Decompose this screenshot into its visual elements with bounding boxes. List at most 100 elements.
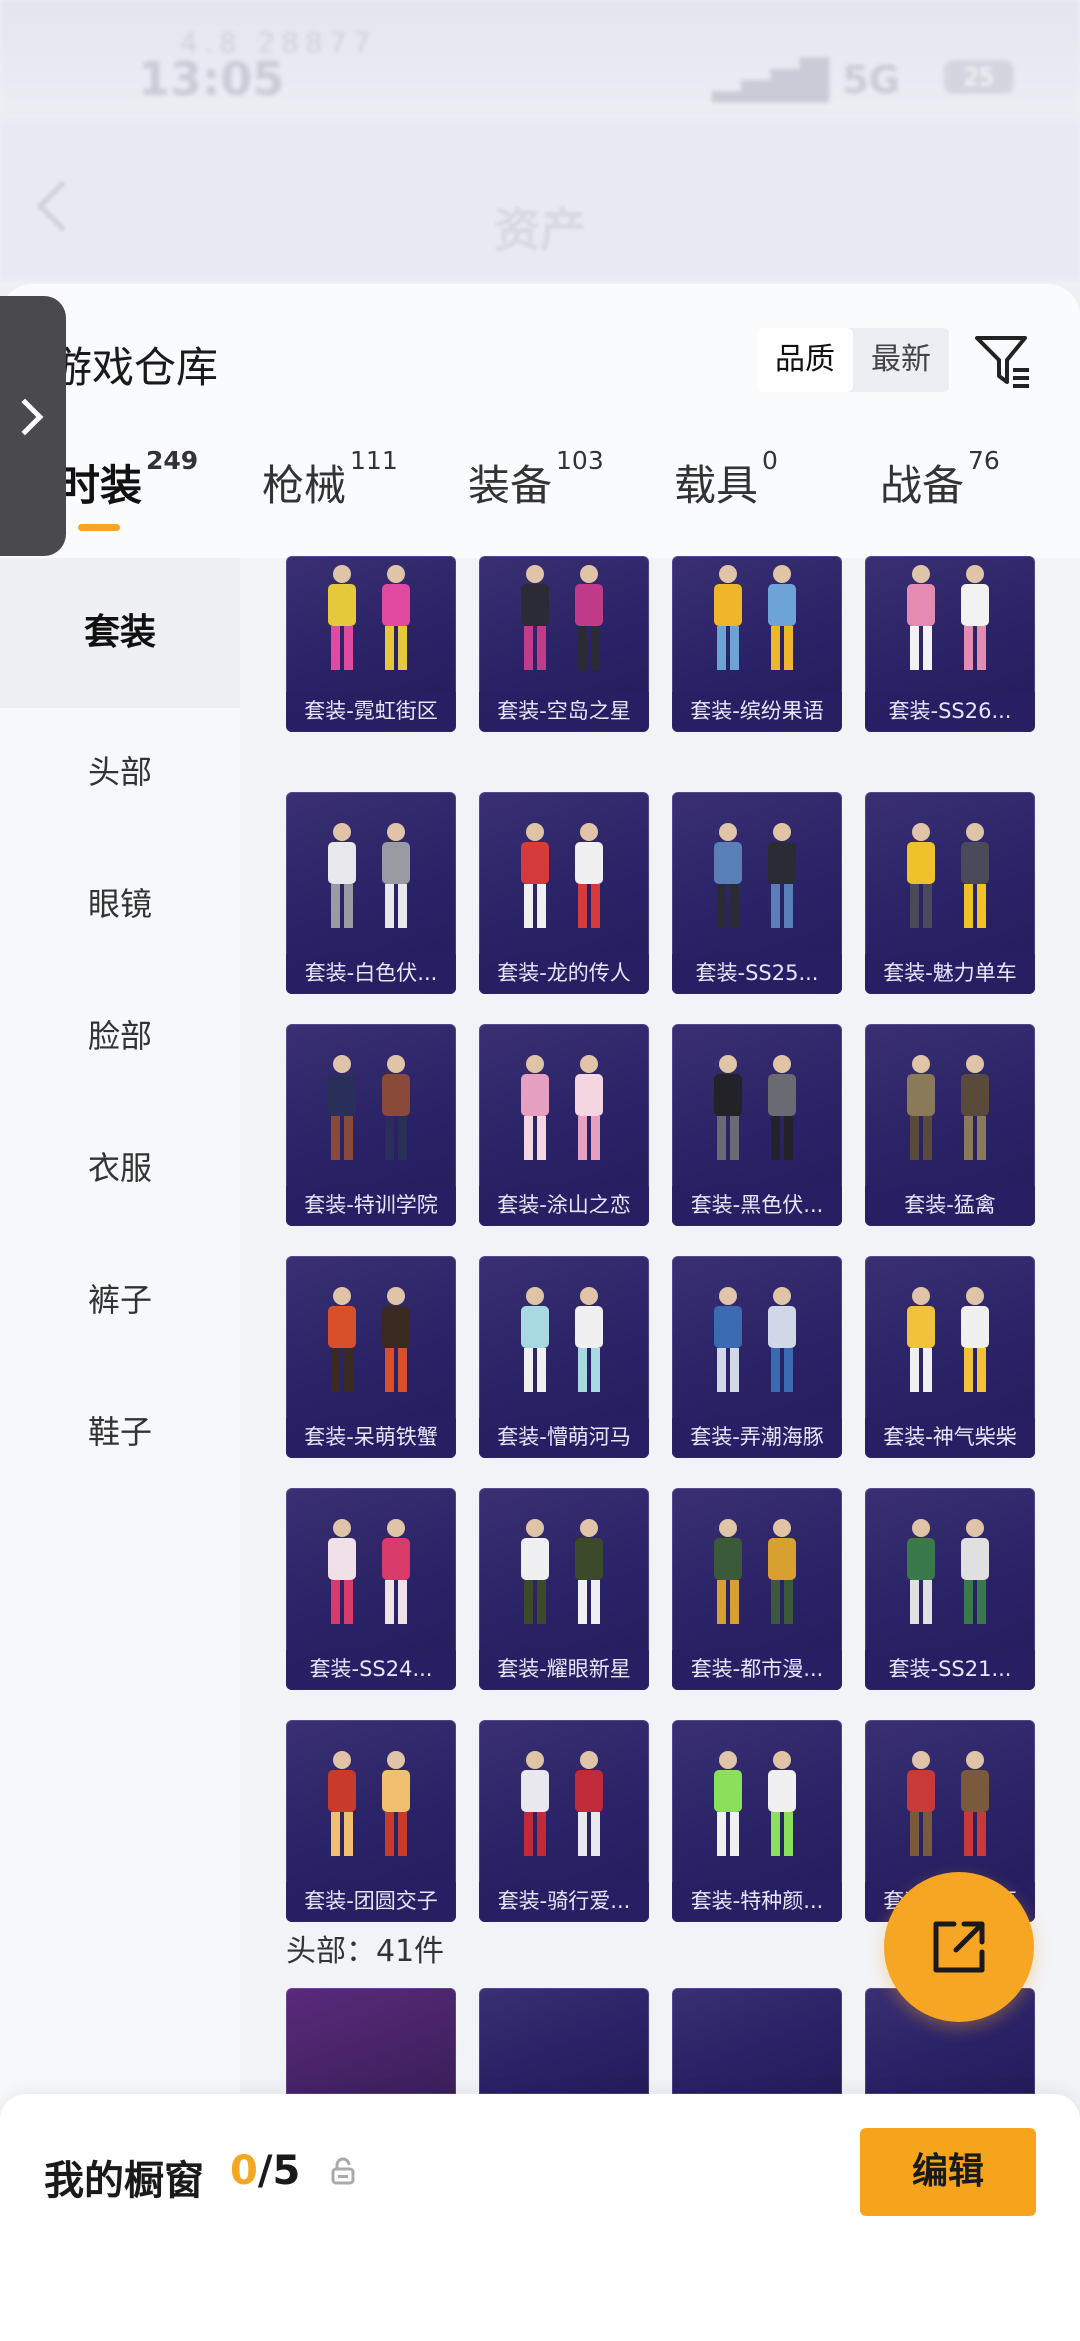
- tab-count: 249: [146, 446, 199, 475]
- outfit-thumbnail: [714, 565, 796, 670]
- outfit-thumbnail: [907, 1287, 989, 1392]
- tab-count: 76: [968, 446, 1000, 475]
- outfit-thumbnail: [521, 1287, 603, 1392]
- sort-quality-button[interactable]: 品质: [757, 328, 853, 392]
- tab-supplies[interactable]: 战备76: [880, 446, 1000, 513]
- item-card[interactable]: 套装-骑行爱...: [479, 1720, 649, 1922]
- sidebar-item-suit[interactable]: 套装: [0, 558, 240, 708]
- item-label: 套装-魅力单车: [865, 954, 1035, 994]
- outfit-thumbnail: [328, 565, 410, 670]
- item-label: 套装-缤纷果语: [672, 692, 842, 732]
- item-label: 套装-神气柴柴: [865, 1418, 1035, 1458]
- item-card[interactable]: [479, 1988, 649, 2094]
- filter-icon[interactable]: [973, 332, 1033, 392]
- sidebar-item-face[interactable]: 脸部: [0, 996, 240, 1076]
- item-card[interactable]: 套装-神气柴柴: [865, 1256, 1035, 1458]
- item-label: 套装-特种颜...: [672, 1882, 842, 1922]
- item-card[interactable]: 套装-空岛之星: [479, 556, 649, 732]
- outfit-thumbnail: [328, 1055, 410, 1160]
- category-tabs: 时装249 枪械111 装备103 载具0 战备76: [0, 434, 1080, 544]
- item-card[interactable]: 套装-龙的传人: [479, 792, 649, 994]
- edit-button[interactable]: 编辑: [860, 2128, 1036, 2216]
- tab-fashion[interactable]: 时装249: [58, 446, 198, 513]
- item-label: 套装-团圆交子: [286, 1882, 456, 1922]
- lock-icon: [331, 2157, 355, 2185]
- outfit-thumbnail: [907, 1751, 989, 1856]
- tab-vehicles[interactable]: 载具0: [674, 446, 778, 513]
- sort-newest-button[interactable]: 最新: [853, 328, 949, 392]
- tab-count: 0: [762, 446, 778, 475]
- tab-indicator: [78, 524, 120, 531]
- page-header: 资产: [0, 120, 1080, 280]
- sidebar-item-shoes[interactable]: 鞋子: [0, 1392, 240, 1472]
- tab-label: 战备: [880, 461, 965, 510]
- item-card[interactable]: 套装-呆萌铁蟹: [286, 1256, 456, 1458]
- outfit-thumbnail: [714, 1519, 796, 1624]
- item-label: 套装-骑行爱...: [479, 1882, 649, 1922]
- item-card[interactable]: 套装-特种颜...: [672, 1720, 842, 1922]
- outfit-thumbnail: [714, 823, 796, 928]
- sidebar-item-head[interactable]: 头部: [0, 732, 240, 812]
- item-card[interactable]: 套装-缤纷果语: [672, 556, 842, 732]
- showcase-count-total: /5: [257, 2148, 301, 2194]
- item-card[interactable]: 套装-都市漫...: [672, 1488, 842, 1690]
- item-label: 套装-霓虹街区: [286, 692, 456, 732]
- item-card[interactable]: 套装-弄潮海豚: [672, 1256, 842, 1458]
- outfit-thumbnail: [328, 1519, 410, 1624]
- item-label: 套装-都市漫...: [672, 1650, 842, 1690]
- item-card[interactable]: 套装-SS25...: [672, 792, 842, 994]
- sidebar-item-clothes[interactable]: 衣服: [0, 1128, 240, 1208]
- item-label: 套装-懵萌河马: [479, 1418, 649, 1458]
- sidebar-toggle[interactable]: [0, 296, 66, 556]
- sidebar-item-pants[interactable]: 裤子: [0, 1260, 240, 1340]
- outfit-thumbnail: [907, 1055, 989, 1160]
- share-button[interactable]: [884, 1872, 1034, 2022]
- sidebar-item-glasses[interactable]: 眼镜: [0, 864, 240, 944]
- item-card[interactable]: 套装-霓虹街区: [286, 556, 456, 732]
- item-label: 套装-SS25...: [672, 954, 842, 994]
- status-time: 13:05: [138, 52, 285, 106]
- item-label: 套装-SS24...: [286, 1650, 456, 1690]
- section-header-head: 头部：41件: [286, 1934, 445, 1969]
- tab-label: 时装: [58, 461, 143, 510]
- item-card[interactable]: 套装-SS21...: [865, 1488, 1035, 1690]
- tab-label: 装备: [468, 461, 553, 510]
- item-label: 套装-SS26...: [865, 692, 1035, 732]
- item-card[interactable]: 套装-耀眼新星: [479, 1488, 649, 1690]
- outfit-thumbnail: [907, 565, 989, 670]
- tab-count: 103: [556, 446, 604, 475]
- item-label: 套装-涂山之恋: [479, 1186, 649, 1226]
- tab-label: 载具: [674, 461, 759, 510]
- outfit-thumbnail: [521, 823, 603, 928]
- tab-equipment[interactable]: 装备103: [468, 446, 604, 513]
- outfit-thumbnail: [714, 1287, 796, 1392]
- chevron-right-icon: [6, 398, 44, 436]
- item-card[interactable]: 套装-魅力单车: [865, 792, 1035, 994]
- item-card[interactable]: 套装-猛禽: [865, 1024, 1035, 1226]
- outfit-thumbnail: [521, 565, 603, 670]
- outfit-thumbnail: [521, 1519, 603, 1624]
- item-label: 套装-特训学院: [286, 1186, 456, 1226]
- sheet-header: 游戏仓库 品质 最新 时装249 枪械111 装备103 载具0 战备76: [0, 284, 1080, 558]
- back-arrow-icon[interactable]: [36, 180, 88, 232]
- item-card[interactable]: 套装-团圆交子: [286, 1720, 456, 1922]
- item-label: 套装-SS21...: [865, 1650, 1035, 1690]
- item-card[interactable]: 套装-涂山之恋: [479, 1024, 649, 1226]
- item-card[interactable]: [286, 1988, 456, 2094]
- outfit-thumbnail: [907, 823, 989, 928]
- item-card[interactable]: [672, 1988, 842, 2094]
- item-card[interactable]: 套装-SS24...: [286, 1488, 456, 1690]
- showcase-count: 0/5: [230, 2148, 300, 2194]
- item-card[interactable]: 套装-SS26...: [865, 556, 1035, 732]
- outfit-thumbnail: [328, 823, 410, 928]
- bottom-bar: 我的橱窗 0/5 编辑: [0, 2094, 1080, 2341]
- outfit-thumbnail: [714, 1751, 796, 1856]
- item-card[interactable]: 套装-懵萌河马: [479, 1256, 649, 1458]
- tab-guns[interactable]: 枪械111: [262, 446, 398, 513]
- item-card[interactable]: 套装-白色伏...: [286, 792, 456, 994]
- network-label: 5G: [842, 58, 900, 102]
- item-card[interactable]: 套装-特训学院: [286, 1024, 456, 1226]
- item-label: 套装-白色伏...: [286, 954, 456, 994]
- page-title: 资产: [494, 203, 586, 257]
- item-card[interactable]: 套装-黑色伏...: [672, 1024, 842, 1226]
